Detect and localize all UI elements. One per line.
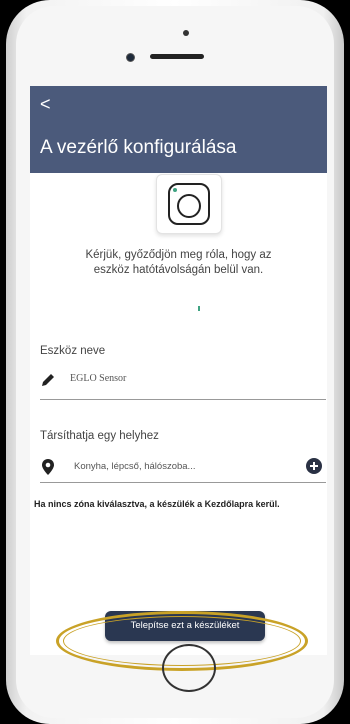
range-message-line2: eszköz hatótávolságán belül van. <box>93 264 264 276</box>
app-screen: < A vezérlő konfigurálása Kérjük, győződ… <box>30 86 327 655</box>
device-name-field[interactable]: EGLO Sensor <box>70 373 126 384</box>
pencil-icon <box>42 374 54 386</box>
zone-note: Ha nincs zóna kiválasztva, a készülék a … <box>34 499 280 509</box>
divider <box>40 399 326 400</box>
header-bar: < A vezérlő konfigurálása <box>30 86 327 173</box>
location-input[interactable]: Konyha, lépcső, hálószoba... <box>74 461 195 472</box>
earpiece-speaker <box>150 54 204 59</box>
location-label: Társíthatja egy helyhez <box>40 430 159 442</box>
front-camera <box>126 53 135 62</box>
divider <box>40 482 326 483</box>
add-location-button[interactable] <box>306 458 322 474</box>
sensor-dot <box>183 30 189 36</box>
range-message-line1: Kérjük, győződjön meg róla, hogy az <box>85 249 272 261</box>
location-pin-icon <box>42 459 54 475</box>
device-image <box>156 174 222 234</box>
page-title: A vezérlő konfigurálása <box>40 137 237 158</box>
loading-indicator <box>198 306 200 311</box>
range-message: Kérjük, győződjön meg róla, hogy az eszk… <box>30 248 327 278</box>
back-button[interactable]: < <box>40 94 51 114</box>
home-button[interactable] <box>162 644 216 692</box>
camera-icon <box>168 183 210 225</box>
device-name-label: Eszköz neve <box>40 345 106 357</box>
